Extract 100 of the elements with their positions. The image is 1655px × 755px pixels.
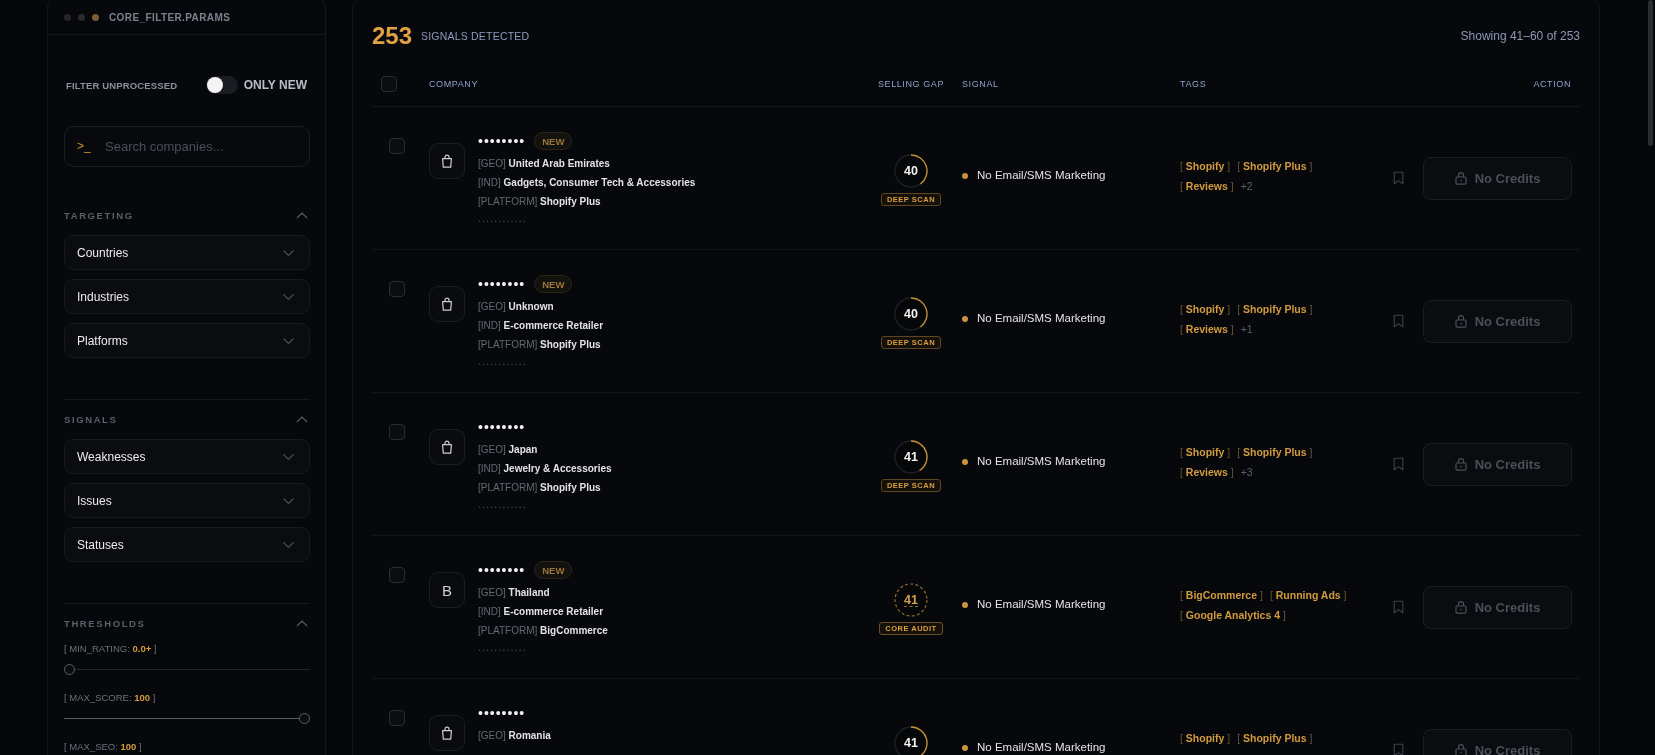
chevron-icon[interactable] [296,211,308,219]
more-tags-count: +2 [1240,179,1253,194]
dropdown[interactable]: Countries [64,235,310,270]
bag-icon [429,715,465,751]
bookmark-icon[interactable] [1393,743,1404,755]
signal-text: No Email/SMS Marketing [977,455,1106,468]
detail-line: [PLATFORM] Shopify Plus [478,481,602,495]
chevron-down-icon [283,249,294,256]
pagination-info: Showing 41–60 of 253 [1460,29,1580,43]
masked-name: •••••••• [478,132,526,150]
score-value: 41 [904,736,918,750]
signal-text: No Email/SMS Marketing [977,741,1106,754]
chevron-icon[interactable] [296,415,308,423]
tag: [ Reviews ] [1180,321,1234,337]
row-checkbox[interactable] [389,424,405,440]
status-dot-icon [962,601,968,608]
slider-label: [ MAX_SCORE: 100 ] [64,692,157,704]
tag: [ Shopify Plus ] [1237,301,1313,317]
dropdown[interactable]: Industries [64,279,310,314]
detail-line: [PLATFORM] BigCommerce [478,624,608,638]
bookmark-icon[interactable] [1393,600,1404,614]
tag: [ Reviews ] [1180,178,1234,194]
chevron-down-icon [283,497,294,504]
detail-line: [PLATFORM] Shopify Plus [478,338,602,352]
masked-text: ............ [478,498,528,512]
lock-icon [1454,743,1467,755]
column-header: SIGNAL [962,79,999,89]
slider-thumb[interactable] [64,664,75,675]
bookmark-icon[interactable] [1393,457,1404,471]
bag-icon [429,286,465,322]
company-logo: B [429,572,465,608]
chevron-down-icon [283,453,294,460]
dropdown[interactable]: Statuses [64,527,310,562]
detail-line: [IND] Gadgets, Consumer Tech & Accessories [478,176,696,190]
detail-line: [GEO] Thailand [478,586,551,600]
new-badge: NEW [534,132,573,150]
row-checkbox[interactable] [389,138,405,154]
lock-icon [1454,314,1467,328]
masked-name: •••••••• [478,418,526,436]
row-checkbox[interactable] [389,710,405,726]
tag: [ Shopify ] [1180,158,1231,174]
score-value: 41 [904,450,918,464]
slider-label: [ MAX_SEO: 100 ] [64,741,143,753]
masked-text: ............ [478,355,528,369]
section-title: THRESHOLDS [64,617,146,629]
lock-icon [1454,600,1467,614]
column-header: COMPANY [429,79,479,89]
status-dot-icon [962,744,968,751]
tag: [ Reviews ] [1180,464,1234,480]
scrollbar-thumb[interactable] [1648,0,1653,146]
tag: [ Shopify ] [1180,730,1231,746]
select-all-checkbox[interactable] [381,76,397,92]
detail-line: [IND] Jewelry & Accessories [478,462,612,476]
status-dot-icon [962,458,968,465]
detail-line: [IND] E-commerce Retailer [478,319,604,333]
tag: [ Google Analytics 4 ] [1180,607,1286,623]
chevron-down-icon [283,337,294,344]
score-value: 41 [904,593,918,607]
status-dot-icon [962,172,968,179]
column-header: SELLING GAP [877,79,945,89]
detail-line: [GEO] Romania [478,729,551,743]
tag: [ Shopify Plus ] [1237,444,1313,460]
masked-name: •••••••• [478,275,526,293]
status-dot-icon [962,315,968,322]
chevron-icon[interactable] [296,619,308,627]
dropdown[interactable]: Weaknesses [64,439,310,474]
panel-title: CORE_FILTER.PARAMS [109,12,231,23]
tag: [ Shopify ] [1180,444,1231,460]
masked-text: ............ [478,641,528,655]
tag: [ Running Ads ] [1269,587,1347,603]
detail-line: [GEO] United Arab Emirates [478,157,611,171]
bookmark-icon[interactable] [1393,314,1404,328]
section-title: TARGETING [64,209,134,221]
dropdown[interactable]: Platforms [64,323,310,358]
chevron-down-icon [283,541,294,548]
terminal-prompt: >_ [77,140,91,153]
row-checkbox[interactable] [389,281,405,297]
filter-label: FILTER UNPROCESSED [65,79,178,91]
column-header: TAGS [1180,79,1207,89]
section-title: SIGNALS [64,413,118,425]
toggle-label: ONLY NEW [243,78,307,92]
bookmark-icon[interactable] [1393,171,1404,185]
score-value: 40 [904,307,918,321]
detail-line: [IND] E-commerce Retailer [478,605,605,619]
row-checkbox[interactable] [389,567,405,583]
new-badge: NEW [534,275,573,293]
bag-icon [429,143,465,179]
masked-name: •••••••• [478,704,526,722]
masked-text: ............ [478,212,528,226]
tag: [ Shopify ] [1180,301,1231,317]
slider-label: [ MIN_RATING: 0.0+ ] [64,643,158,655]
toggle-switch[interactable] [205,76,238,94]
column-header: ACTION [1533,79,1571,89]
masked-name: •••••••• [478,561,526,579]
result-count: 253 [372,22,413,50]
tag: [ Shopify Plus ] [1237,730,1313,746]
dropdown[interactable]: Issues [64,483,310,518]
slider-thumb[interactable] [299,713,310,724]
tag: [ BigCommerce ] [1180,587,1263,603]
lock-icon [1454,171,1467,185]
